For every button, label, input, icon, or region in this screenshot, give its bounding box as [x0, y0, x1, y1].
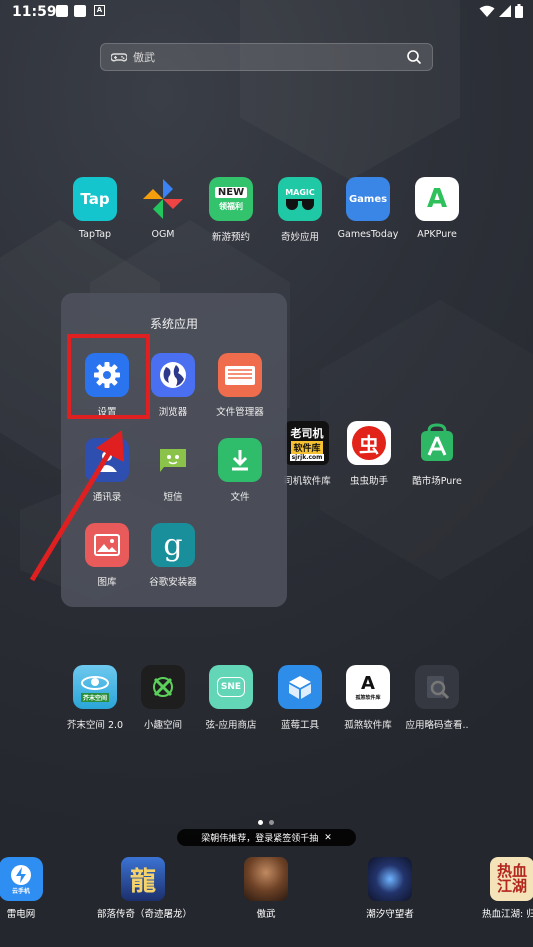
- page-dot[interactable]: [269, 820, 274, 825]
- gusha-icon: A 孤煞软件库: [346, 665, 390, 709]
- app-leidian[interactable]: 云手机 雷电网: [0, 857, 67, 920]
- app-xian-store[interactable]: SNE 弦-应用商店: [194, 665, 268, 731]
- promo-banner[interactable]: 梁朝伟推荐，登录紧签领千抽 ✕: [177, 829, 356, 846]
- tide-guardian-icon: [368, 857, 412, 901]
- annotation-arrow: [29, 430, 124, 582]
- close-icon[interactable]: ✕: [324, 833, 332, 843]
- app-aowu[interactable]: 傲武: [220, 857, 312, 920]
- app-tide-guardian[interactable]: 潮汐守望者: [344, 857, 436, 920]
- buluo-game-icon: 龍: [121, 857, 165, 901]
- app-jiemo[interactable]: 芥末空间 芥末空间 2.0: [58, 665, 132, 731]
- app-buluo[interactable]: 龍 部落传奇（奇迹屠龙）: [97, 857, 192, 920]
- app-gusha[interactable]: A 孤煞软件库 孤煞软件库: [331, 665, 405, 731]
- xian-store-icon: SNE: [209, 665, 253, 709]
- banner-text: 梁朝伟推荐，登录紧签领千抽: [201, 834, 319, 844]
- leidian-icon: 云手机: [0, 857, 43, 901]
- app-code-viewer[interactable]: 应用略码查看..: [400, 665, 474, 731]
- box-icon: [278, 665, 322, 709]
- jiemo-icon: 芥末空间: [73, 665, 117, 709]
- search-app-icon: [415, 665, 459, 709]
- aowu-game-icon: [244, 857, 288, 901]
- page-indicator: [258, 820, 274, 825]
- page-dot-active[interactable]: [258, 820, 263, 825]
- xiaoqu-icon: [141, 665, 185, 709]
- app-lanmei[interactable]: 蓝莓工具: [263, 665, 337, 731]
- app-rexue[interactable]: 热血 江湖 热血江湖: 归: [466, 857, 533, 920]
- app-xiaoqu[interactable]: 小趣空间: [126, 665, 200, 731]
- rexue-game-icon: 热血 江湖: [490, 857, 533, 901]
